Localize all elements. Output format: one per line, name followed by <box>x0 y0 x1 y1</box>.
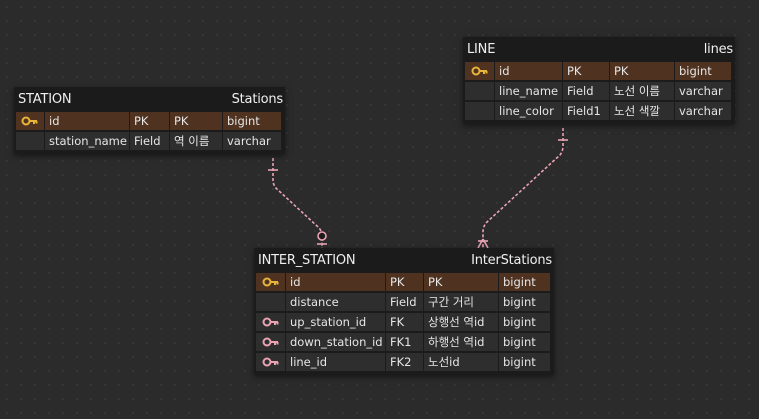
column-type: varchar <box>675 102 731 120</box>
column-key: FK <box>386 313 423 331</box>
relationship-station-inter-station[interactable] <box>272 158 323 248</box>
relationship-line-inter-station[interactable] <box>482 128 564 248</box>
column-row[interactable]: line_name Field 노선 이름 varchar <box>465 81 733 101</box>
column-name: id <box>495 62 562 80</box>
foreign-key-icon <box>262 317 278 327</box>
primary-key-icon <box>262 277 278 287</box>
column-name: line_id <box>286 353 385 371</box>
foreign-key-icon <box>262 357 278 367</box>
column-name: distance <box>286 293 385 311</box>
column-type: bigint <box>499 293 550 311</box>
column-type: bigint <box>675 62 731 80</box>
entity-name: LINE <box>467 41 496 57</box>
column-type: varchar <box>675 82 731 100</box>
entity-name: INTER_STATION <box>258 252 356 268</box>
entity-inter-station[interactable]: INTER_STATION InterStations id PK PK big… <box>254 248 554 375</box>
key-cell <box>256 293 285 311</box>
column-type: bigint <box>499 353 550 371</box>
column-comment: 역 이름 <box>170 132 222 150</box>
column-comment: 상행선 역id <box>424 313 498 331</box>
key-cell <box>16 112 44 130</box>
column-comment: 구간 거리 <box>424 293 498 311</box>
column-comment: 하행선 역id <box>424 333 498 351</box>
zero-marker <box>317 231 327 241</box>
column-name: down_station_id <box>286 333 385 351</box>
column-key: FK1 <box>386 333 423 351</box>
column-row[interactable]: line_color Field1 노선 색깔 varchar <box>465 101 733 121</box>
erd-canvas[interactable]: STATION Stations id PK PK bigint station… <box>0 0 759 419</box>
column-comment: PK <box>424 273 498 291</box>
column-row[interactable]: up_station_id FK 상행선 역id bigint <box>256 312 552 332</box>
key-cell <box>465 62 494 80</box>
entity-header: INTER_STATION InterStations <box>256 248 552 272</box>
column-row[interactable]: id PK PK bigint <box>465 61 733 81</box>
column-name: line_color <box>495 102 562 120</box>
entity-line[interactable]: LINE lines id PK PK bigint line_name Fie… <box>463 37 735 124</box>
column-key: Field1 <box>563 102 609 120</box>
column-row[interactable]: distance Field 구간 거리 bigint <box>256 292 552 312</box>
column-row[interactable]: line_id FK2 노선id bigint <box>256 352 552 372</box>
entity-header: LINE lines <box>465 37 733 61</box>
column-key: Field <box>563 82 609 100</box>
column-key: FK2 <box>386 353 423 371</box>
key-cell <box>465 102 494 120</box>
column-name: id <box>286 273 385 291</box>
column-row[interactable]: station_name Field 역 이름 varchar <box>16 131 283 151</box>
table-name: lines <box>703 41 733 57</box>
column-key: PK <box>386 273 423 291</box>
column-type: bigint <box>223 112 281 130</box>
key-cell <box>256 353 285 371</box>
key-cell <box>465 82 494 100</box>
table-name: InterStations <box>471 252 552 268</box>
column-comment: 노선 이름 <box>610 82 674 100</box>
key-cell <box>16 132 44 150</box>
column-key: Field <box>386 293 423 311</box>
column-row[interactable]: id PK PK bigint <box>256 272 552 292</box>
foreign-key-icon <box>262 337 278 347</box>
column-comment: PK <box>170 112 222 130</box>
column-name: id <box>45 112 129 130</box>
column-type: bigint <box>499 273 550 291</box>
column-name: station_name <box>45 132 129 150</box>
column-key: Field <box>130 132 169 150</box>
key-cell <box>256 333 285 351</box>
column-name: up_station_id <box>286 313 385 331</box>
column-row[interactable]: id PK PK bigint <box>16 111 283 131</box>
column-key: PK <box>130 112 169 130</box>
column-type: varchar <box>223 132 281 150</box>
table-name: Stations <box>231 91 284 107</box>
column-comment: PK <box>610 62 674 80</box>
column-type: bigint <box>499 313 550 331</box>
column-comment: 노선 색깔 <box>610 102 674 120</box>
entity-name: STATION <box>18 91 72 107</box>
column-type: bigint <box>499 333 550 351</box>
entity-header: STATION Stations <box>16 87 283 111</box>
column-key: PK <box>563 62 609 80</box>
column-row[interactable]: down_station_id FK1 하행선 역id bigint <box>256 332 552 352</box>
key-cell <box>256 313 285 331</box>
primary-key-icon <box>21 116 38 126</box>
column-name: line_name <box>495 82 562 100</box>
column-comment: 노선id <box>424 353 498 371</box>
primary-key-icon <box>471 66 487 76</box>
key-cell <box>256 273 285 291</box>
entity-station[interactable]: STATION Stations id PK PK bigint station… <box>14 87 285 154</box>
